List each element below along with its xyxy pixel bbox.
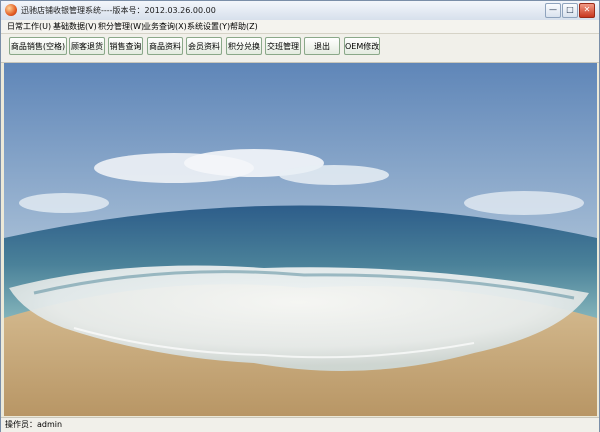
minimize-button[interactable]: — <box>545 3 561 18</box>
status-bar: 操作员：admin <box>1 417 599 432</box>
menu-bar: 日常工作(U) 基础数据(V) 积分管理(W) 业务查询(X) 系统设置(Y) … <box>1 20 599 34</box>
app-window: 迅驰店铺收银管理系统----版本号：2012.03.26.00.00 — □ ✕… <box>0 0 600 432</box>
title-bar[interactable]: 迅驰店铺收银管理系统----版本号：2012.03.26.00.00 — □ ✕ <box>1 1 599 21</box>
maximize-button[interactable]: □ <box>562 3 578 18</box>
menu-points[interactable]: 积分管理(W) <box>97 21 145 32</box>
exit-button[interactable]: 退出 <box>304 37 340 55</box>
shift-management-button[interactable]: 交班管理 <box>265 37 301 55</box>
sales-query-button[interactable]: 销售查询 <box>108 37 143 55</box>
sales-button[interactable]: 商品销售(空格) <box>9 37 67 55</box>
background-image <box>4 63 597 416</box>
window-title: 迅驰店铺收银管理系统----版本号：2012.03.26.00.00 <box>21 6 216 15</box>
toolbar: 商品销售(空格) 顾客退货 销售查询 商品资料 会员资料 积分兑换 交班管理 退… <box>1 34 599 63</box>
menu-help[interactable]: 帮助(Z) <box>229 21 259 32</box>
member-info-button[interactable]: 会员资料 <box>186 37 222 55</box>
menu-base-data[interactable]: 基础数据(V) <box>52 21 98 32</box>
menu-system-settings[interactable]: 系统设置(Y) <box>186 21 231 32</box>
oem-modify-button[interactable]: OEM修改 <box>344 37 380 55</box>
menu-daily-work[interactable]: 日常工作(U) <box>6 21 52 32</box>
beach-scene <box>4 63 597 416</box>
close-button[interactable]: ✕ <box>579 3 595 18</box>
points-exchange-button[interactable]: 积分兑换 <box>226 37 262 55</box>
customer-return-button[interactable]: 顾客退货 <box>69 37 105 55</box>
operator-status: 操作员：admin <box>5 420 63 429</box>
app-logo-icon <box>5 4 17 16</box>
product-info-button[interactable]: 商品资料 <box>147 37 183 55</box>
menu-business-query[interactable]: 业务查询(X) <box>142 21 188 32</box>
